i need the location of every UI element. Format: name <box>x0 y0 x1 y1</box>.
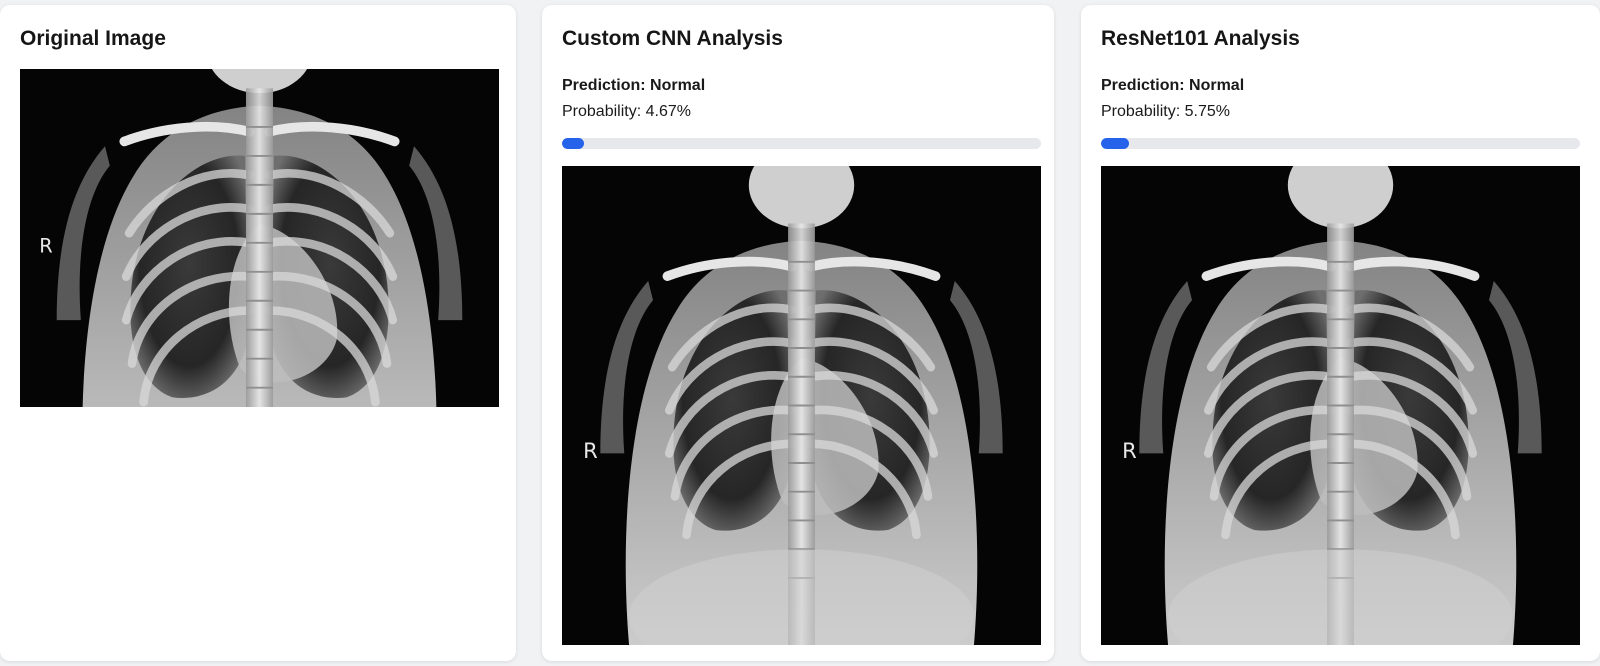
probability-value: 5.75% <box>1184 103 1230 120</box>
probability-bar <box>562 138 1041 149</box>
prediction-value: Normal <box>650 77 706 94</box>
prediction-block: Prediction: Normal Probability: 5.75% <box>1101 73 1244 125</box>
prediction-line: Prediction: Normal <box>562 73 705 99</box>
probability-value: 4.67% <box>645 103 691 120</box>
probability-label: Probability: <box>562 103 642 120</box>
original-xray-image: R <box>20 69 499 407</box>
original-image-card: Original Image R <box>0 5 516 661</box>
chest-xray-icon: R <box>1101 166 1580 645</box>
card-title: Original Image <box>20 27 166 50</box>
card-title: Custom CNN Analysis <box>562 27 783 50</box>
chest-xray-icon: R <box>20 69 499 407</box>
custom-cnn-card: Custom CNN Analysis Prediction: Normal P… <box>542 5 1054 661</box>
resnet101-card: ResNet101 Analysis Prediction: Normal Pr… <box>1081 5 1600 661</box>
probability-bar-fill <box>562 138 585 149</box>
analysis-panels: Original Image R Custom CNN Analysis Pre… <box>0 0 1600 666</box>
xray-marker: R <box>583 438 598 463</box>
xray-marker: R <box>1122 438 1137 463</box>
probability-bar-fill <box>1101 138 1129 149</box>
probability-line: Probability: 4.67% <box>562 99 705 125</box>
card-title: ResNet101 Analysis <box>1101 27 1300 50</box>
xray-marker: R <box>39 234 52 257</box>
probability-label: Probability: <box>1101 103 1181 120</box>
prediction-value: Normal <box>1189 77 1245 94</box>
prediction-label: Prediction: <box>1101 77 1185 94</box>
prediction-line: Prediction: Normal <box>1101 73 1244 99</box>
chest-xray-icon: R <box>562 166 1041 645</box>
probability-bar <box>1101 138 1580 149</box>
probability-line: Probability: 5.75% <box>1101 99 1244 125</box>
prediction-block: Prediction: Normal Probability: 4.67% <box>562 73 705 125</box>
cnn-xray-image: R <box>562 166 1041 645</box>
prediction-label: Prediction: <box>562 77 646 94</box>
resnet-xray-image: R <box>1101 166 1580 645</box>
